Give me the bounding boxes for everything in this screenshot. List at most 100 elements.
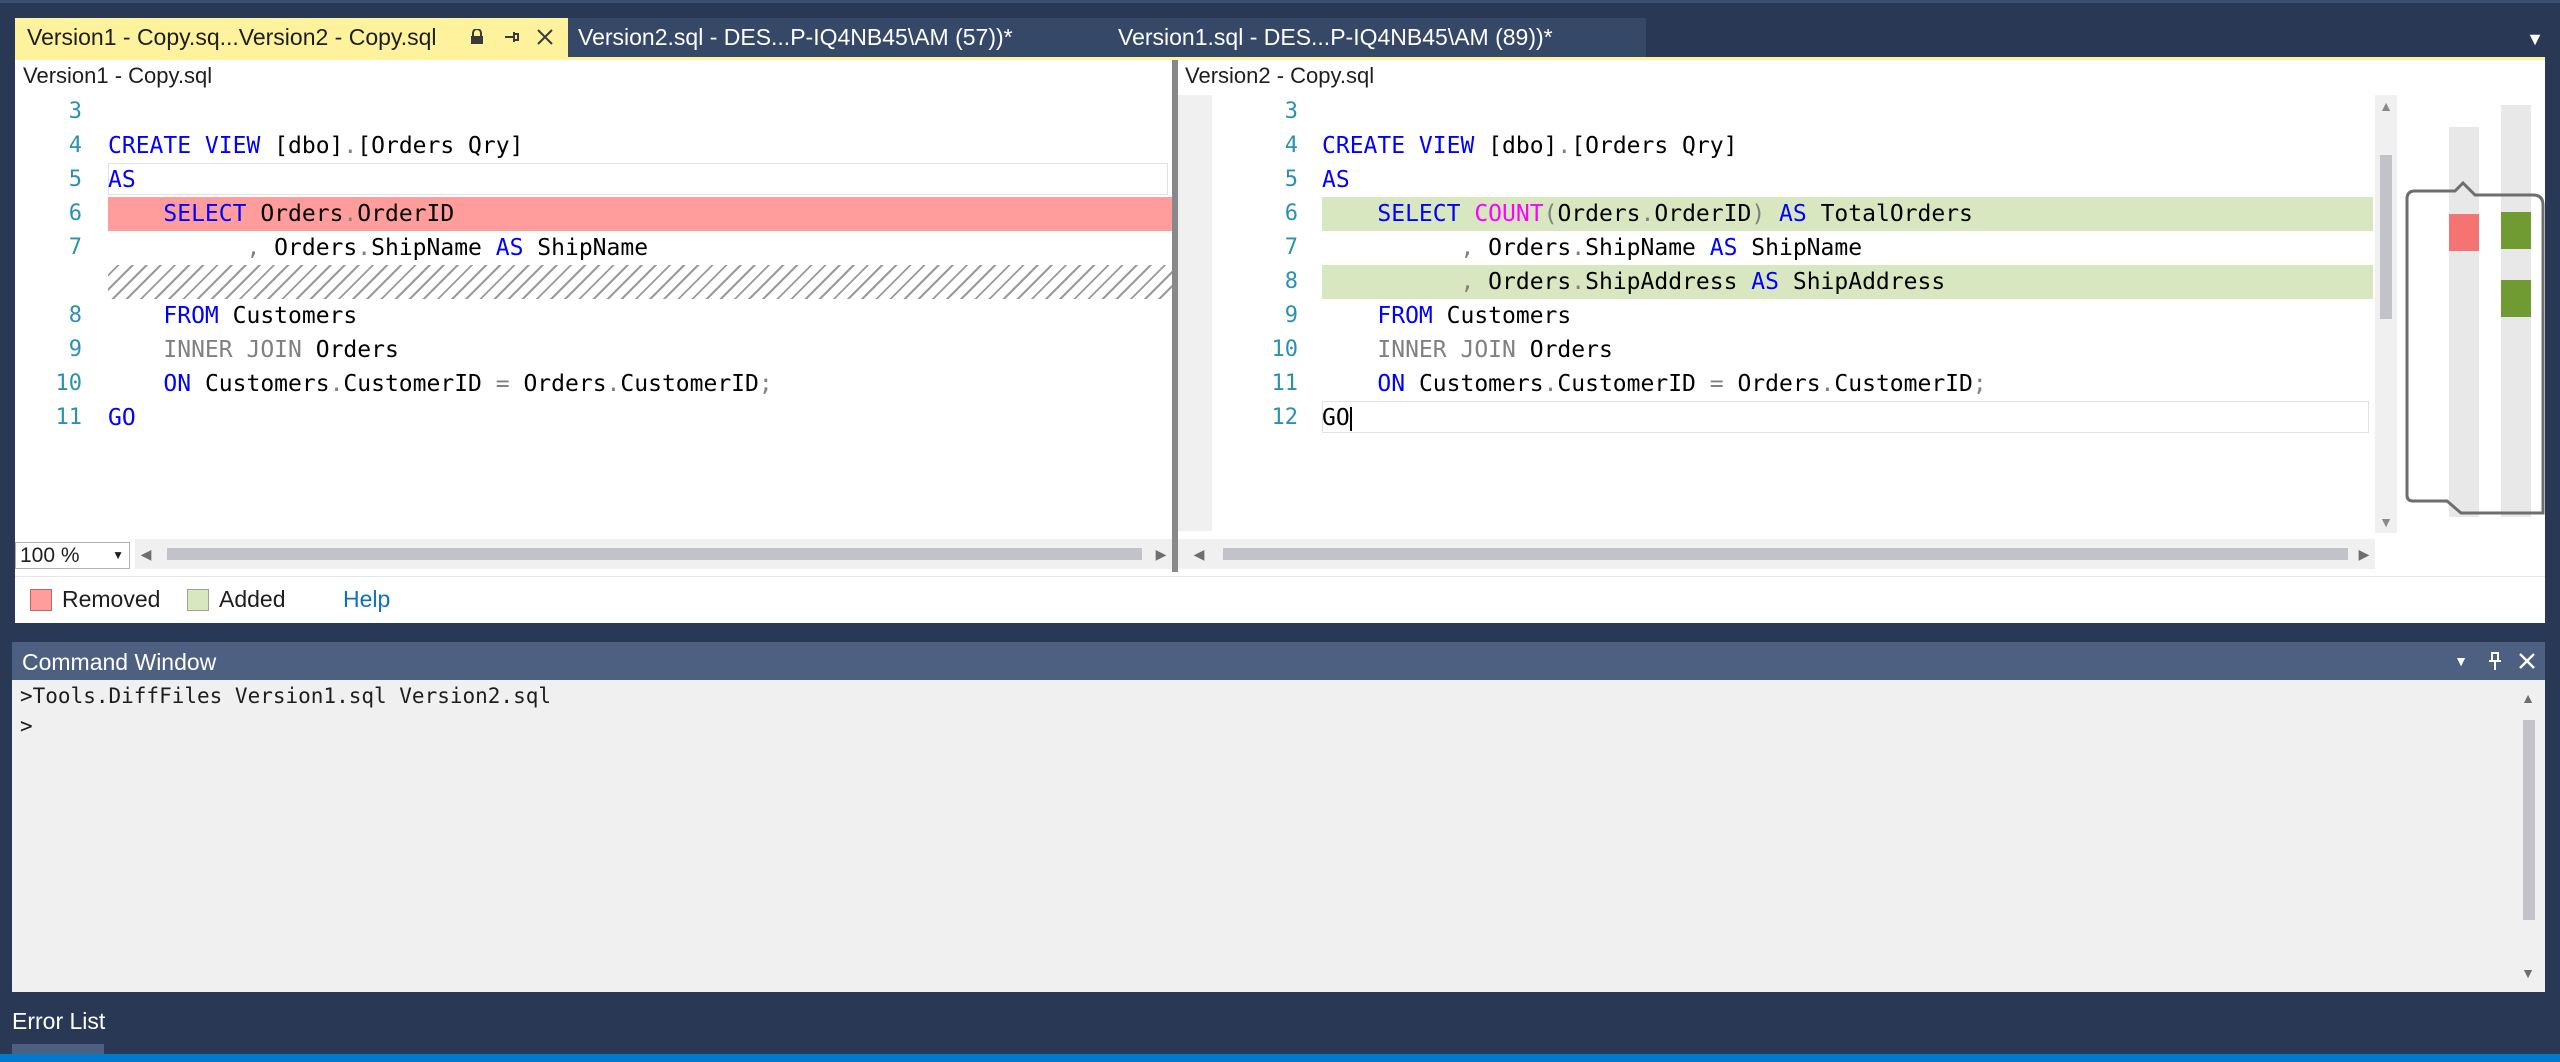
- removed-swatch: [30, 589, 52, 611]
- scroll-right-icon[interactable]: ▶: [1150, 539, 1172, 569]
- scroll-thumb[interactable]: [167, 548, 1142, 560]
- command-window-scrollbar[interactable]: ▲ ▼: [2517, 690, 2539, 985]
- help-link[interactable]: Help: [343, 586, 390, 613]
- scroll-thumb[interactable]: [1223, 548, 2348, 560]
- code-text: INNER JOIN Orders: [108, 337, 399, 363]
- line-number: 8: [68, 303, 82, 328]
- code-line[interactable]: 4 CREATE VIEW [dbo].[Orders Qry]: [15, 129, 1172, 163]
- code-text: FROM Customers: [1322, 303, 1572, 329]
- error-list-tab-indicator: [12, 1044, 104, 1054]
- code-line[interactable]: 6 SELECT COUNT(Orders.OrderID) AS TotalO…: [1212, 197, 2373, 231]
- scroll-thumb[interactable]: [2380, 155, 2392, 319]
- code-line[interactable]: 7 , Orders.ShipName AS ShipName: [15, 231, 1172, 265]
- command-window-title: Command Window: [22, 649, 217, 675]
- line-number: 8: [1284, 269, 1298, 294]
- code-line[interactable]: 11 GO: [15, 401, 1172, 435]
- overview-viewport-frame: [2405, 180, 2545, 515]
- code-text: AS: [108, 167, 136, 193]
- document-tab-strip: Version1 - Copy.sq...Version2 - Copy.sql…: [0, 0, 2560, 57]
- code-line[interactable]: 5 AS: [15, 163, 1172, 197]
- scroll-down-icon[interactable]: ▼: [2517, 965, 2539, 981]
- right-pane-gutter: [1178, 95, 1212, 531]
- error-list-tab[interactable]: Error List: [12, 1008, 105, 1035]
- line-number: 12: [1271, 405, 1299, 430]
- code-line[interactable]: [15, 265, 1172, 299]
- command-prompt-line[interactable]: >: [20, 714, 33, 738]
- line-number: 5: [68, 167, 82, 192]
- command-window-titlebar: Command Window ▼: [12, 642, 2545, 680]
- tab-label: Version1 - Copy.sq...Version2 - Copy.sql: [27, 24, 437, 50]
- code-text: ON Customers.CustomerID = Orders.Custome…: [108, 371, 773, 397]
- scroll-thumb[interactable]: [2523, 720, 2535, 920]
- code-line[interactable]: 8 FROM Customers: [15, 299, 1172, 333]
- added-label: Added: [219, 586, 286, 612]
- left-code-pane[interactable]: 3 4 CREATE VIEW [dbo].[Orders Qry] 5 AS 6 SEL…: [15, 95, 1172, 531]
- close-tab-icon[interactable]: [533, 25, 557, 49]
- code-line[interactable]: 9 INNER JOIN Orders: [15, 333, 1172, 367]
- right-pane-title: Version2 - Copy.sql: [1185, 63, 1375, 88]
- left-pane-title: Version1 - Copy.sql: [23, 63, 213, 88]
- command-window[interactable]: Command Window ▼ >Tools.DiffFiles Versio…: [12, 642, 2545, 992]
- active-document-bar: [15, 57, 2545, 60]
- code-line[interactable]: 7 , Orders.ShipName AS ShipName: [1212, 231, 2373, 265]
- left-horizontal-scrollbar[interactable]: ◀ ▶: [135, 539, 1172, 569]
- close-window-icon[interactable]: [2514, 648, 2540, 674]
- code-text: ON Customers.CustomerID = Orders.Custome…: [1322, 371, 1987, 397]
- tab-diff-active[interactable]: Version1 - Copy.sq...Version2 - Copy.sql: [15, 18, 568, 57]
- line-number: 9: [68, 337, 82, 362]
- text-caret: [1349, 406, 1352, 431]
- tab-overflow-dropdown-icon[interactable]: ▼: [2520, 24, 2550, 54]
- chevron-down-icon: ▼: [112, 548, 124, 562]
- added-swatch: [187, 589, 209, 611]
- scroll-right-icon[interactable]: ▶: [2353, 539, 2375, 569]
- tab-version2-sql[interactable]: Version2.sql - DES...P-IQ4NB45\AM (57))*: [568, 18, 1018, 57]
- code-text: , Orders.ShipName AS ShipName: [1322, 235, 1863, 261]
- right-horizontal-scrollbar[interactable]: ◀ ▶: [1178, 539, 2375, 569]
- zoom-dropdown[interactable]: 100 % ▼: [15, 542, 130, 569]
- line-number: 6: [1284, 201, 1298, 226]
- tab-version1-sql[interactable]: Version1.sql - DES...P-IQ4NB45\AM (89))*: [1018, 18, 1646, 57]
- scroll-up-icon[interactable]: ▲: [2517, 690, 2539, 706]
- tabstrip-top-line: [0, 0, 2560, 3]
- line-number: 11: [1271, 371, 1299, 396]
- code-line[interactable]: 3: [15, 95, 1172, 129]
- code-text: INNER JOIN Orders: [1322, 337, 1613, 363]
- line-number: 10: [55, 371, 83, 396]
- right-code-pane[interactable]: 3 4 CREATE VIEW [dbo].[Orders Qry] 5 AS 6 SEL…: [1212, 95, 2373, 531]
- status-bar: [0, 1054, 2560, 1062]
- code-line[interactable]: 3: [1212, 95, 2373, 129]
- scroll-left-icon[interactable]: ◀: [135, 539, 157, 569]
- code-line[interactable]: 6 SELECT Orders.OrderID: [15, 197, 1172, 231]
- scroll-up-icon[interactable]: ▲: [2375, 95, 2397, 117]
- scroll-left-icon[interactable]: ◀: [1188, 539, 1210, 569]
- pin-icon[interactable]: [499, 25, 523, 49]
- code-text: GO: [108, 405, 136, 431]
- code-line[interactable]: 4 CREATE VIEW [dbo].[Orders Qry]: [1212, 129, 2373, 163]
- removed-label: Removed: [62, 586, 161, 612]
- pin-window-icon[interactable]: [2482, 648, 2508, 674]
- missing-lines-placeholder: [108, 265, 1172, 299]
- line-number: 4: [68, 133, 82, 158]
- zoom-value: 100 %: [20, 544, 80, 567]
- code-text: CREATE VIEW [dbo].[Orders Qry]: [1322, 133, 1738, 159]
- line-number: 3: [68, 99, 82, 124]
- code-line[interactable]: 10 INNER JOIN Orders: [1212, 333, 2373, 367]
- diff-editor: Version1 - Copy.sql Version2 - Copy.sql …: [15, 57, 2545, 623]
- window-menu-dropdown-icon[interactable]: ▼: [2448, 648, 2474, 674]
- line-number: 9: [1284, 303, 1298, 328]
- code-line[interactable]: 5 AS: [1212, 163, 2373, 197]
- code-line[interactable]: 9 FROM Customers: [1212, 299, 2373, 333]
- code-text: GO: [1322, 405, 1352, 431]
- code-text: , Orders.ShipName AS ShipName: [108, 235, 649, 261]
- scroll-down-icon[interactable]: ▼: [2375, 511, 2397, 533]
- code-line[interactable]: 11 ON Customers.CustomerID = Orders.Cust…: [1212, 367, 2373, 401]
- code-line[interactable]: 8 , Orders.ShipAddress AS ShipAddress: [1212, 265, 2373, 299]
- line-number: 11: [55, 405, 83, 430]
- diff-overview-margin[interactable]: [2403, 95, 2545, 531]
- code-text: SELECT Orders.OrderID: [108, 201, 455, 227]
- right-vertical-scrollbar[interactable]: ▲ ▼: [2375, 95, 2397, 533]
- line-number: 7: [68, 235, 82, 260]
- code-line[interactable]: 10 ON Customers.CustomerID = Orders.Cust…: [15, 367, 1172, 401]
- code-text: SELECT COUNT(Orders.OrderID) AS TotalOrd…: [1322, 201, 1973, 227]
- code-line[interactable]: 12 GO: [1212, 401, 2373, 435]
